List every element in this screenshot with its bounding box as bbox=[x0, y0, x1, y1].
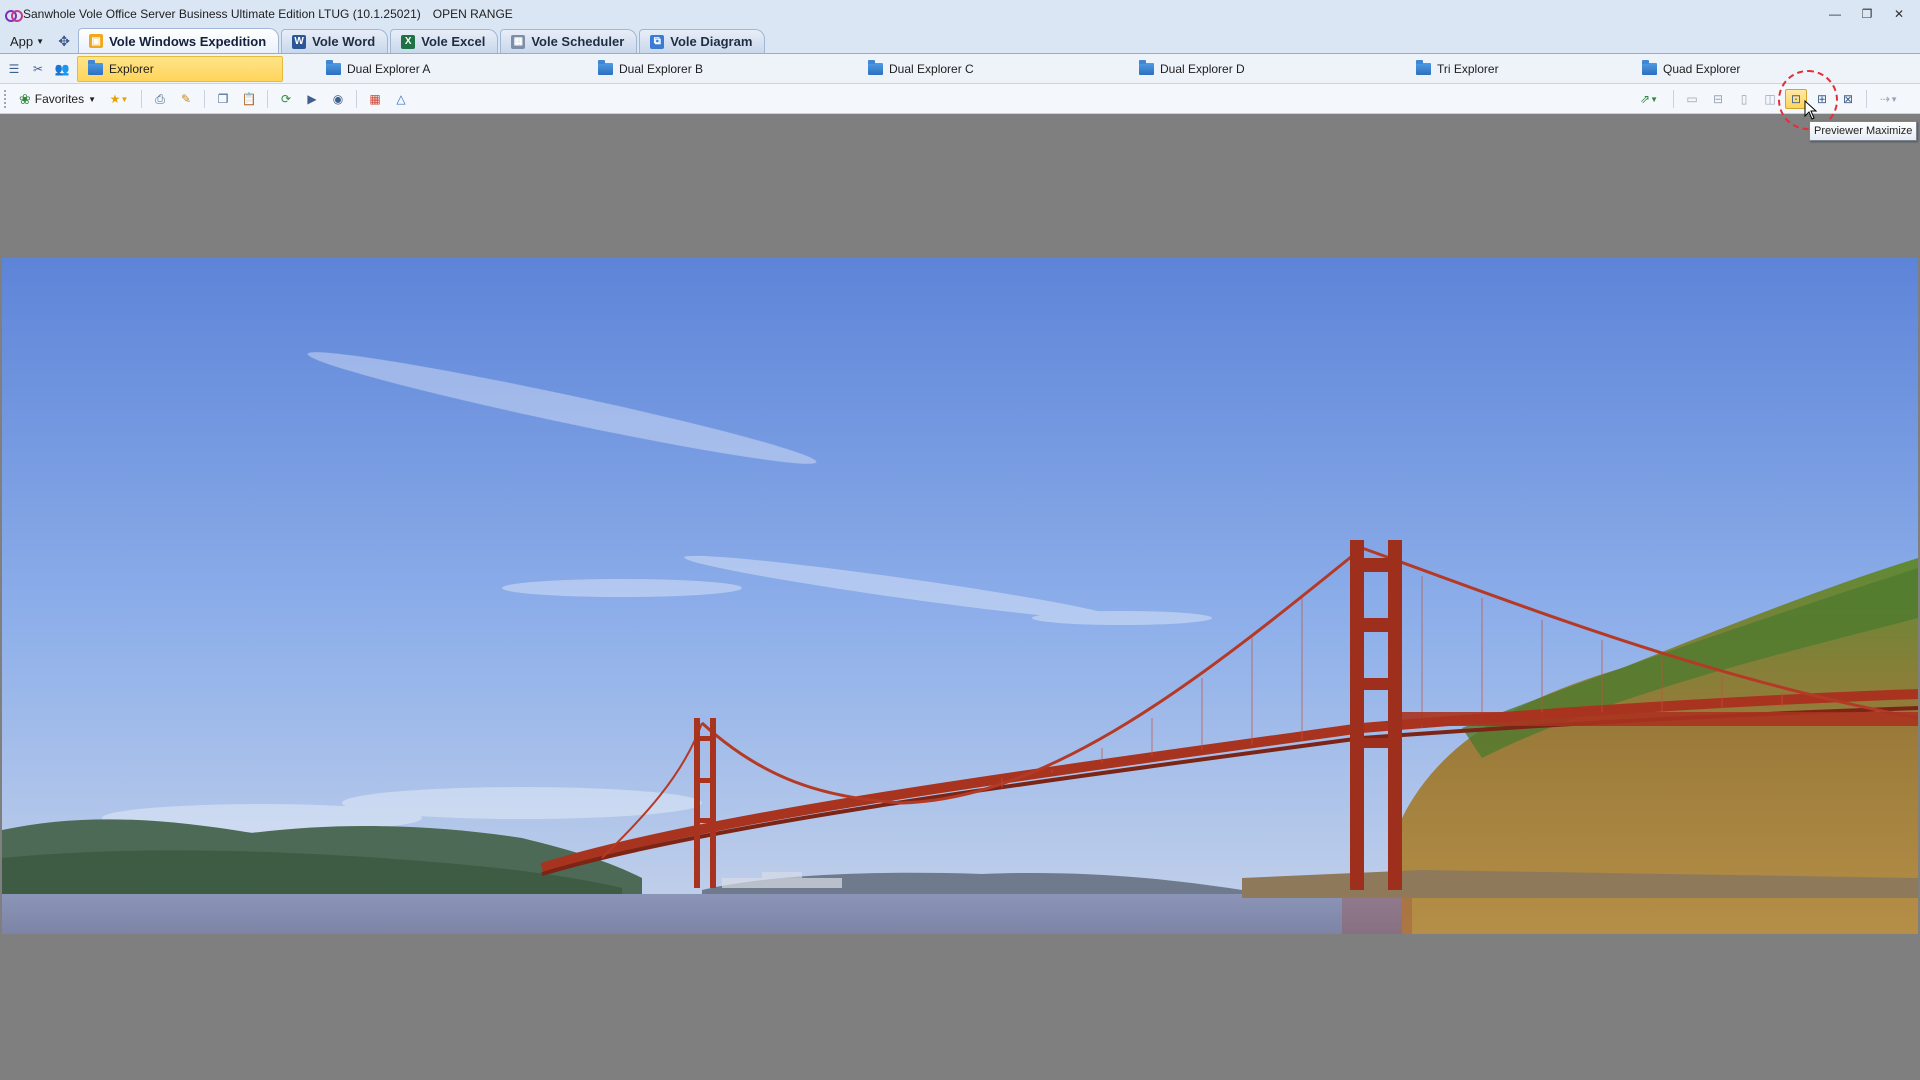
layout-tab-dual-explorer-b[interactable]: Dual Explorer B bbox=[588, 56, 788, 82]
chevron-down-icon: ▼ bbox=[120, 94, 129, 104]
folder-icon bbox=[1139, 60, 1154, 75]
restore-button[interactable]: ❐ bbox=[1852, 4, 1882, 24]
add-favorite-button[interactable]: ★ ▼ bbox=[104, 89, 134, 109]
explorer-layout-bar: ☰ ✂ 👥 Explorer Dual Explorer A Dual Expl… bbox=[0, 54, 1920, 84]
toolbar-left-group: ❀ Favorites ▼ ★ ▼ ⎙ ✎ ❐ 📋 ⟳ ▶ ◉ ▦ △ bbox=[4, 89, 412, 109]
tab-label: Vole Word bbox=[312, 34, 376, 49]
layout-tab-label: Quad Explorer bbox=[1663, 62, 1741, 76]
favorites-icon: ❀ bbox=[19, 90, 31, 107]
toolbar-separator bbox=[1673, 90, 1674, 108]
close-button[interactable]: ✕ bbox=[1884, 4, 1914, 24]
folder-icon bbox=[868, 60, 883, 75]
tab-vole-excel[interactable]: X Vole Excel bbox=[390, 29, 499, 53]
windows-icon[interactable]: ▦ bbox=[364, 89, 386, 109]
folder-icon bbox=[1642, 60, 1657, 75]
window-controls: — ❐ ✕ bbox=[1820, 4, 1914, 24]
tab-label: Vole Windows Expedition bbox=[109, 33, 267, 49]
diagram-icon: ⧉ bbox=[650, 34, 665, 49]
print-icon[interactable]: ⎙ bbox=[149, 89, 171, 109]
layout-tab-label: Tri Explorer bbox=[1437, 62, 1499, 76]
folder-icon bbox=[326, 60, 341, 75]
excel-icon: X bbox=[401, 34, 416, 49]
mouse-cursor-icon bbox=[1804, 100, 1818, 120]
title-bar: Sanwhole Vole Office Server Business Ult… bbox=[0, 0, 1920, 28]
layout-tab-explorer[interactable]: Explorer bbox=[77, 56, 283, 82]
tower-reflection bbox=[1342, 898, 1412, 934]
layout-side-tools: ☰ ✂ 👥 bbox=[4, 58, 72, 80]
window-title: Sanwhole Vole Office Server Business Ult… bbox=[23, 7, 421, 21]
folder-icon bbox=[1416, 60, 1431, 75]
folder-icon bbox=[88, 60, 103, 75]
photo-canvas bbox=[2, 258, 1918, 934]
app-menu-button[interactable]: App ▼ bbox=[4, 29, 50, 53]
tab-label: Vole Excel bbox=[421, 34, 486, 49]
tools-icon[interactable]: ✂ bbox=[28, 59, 48, 79]
golden-gate-bridge-photo bbox=[2, 258, 1918, 934]
layout-tab-label: Dual Explorer D bbox=[1160, 62, 1245, 76]
toolbar-separator bbox=[204, 90, 206, 108]
toolbar-separator bbox=[1866, 90, 1867, 108]
more-options-button[interactable]: ⇢ ▼ bbox=[1874, 89, 1904, 109]
chevron-down-icon: ▼ bbox=[88, 94, 97, 104]
app-menu-label: App bbox=[10, 33, 34, 49]
tab-vole-diagram[interactable]: ⧉ Vole Diagram bbox=[639, 29, 766, 53]
paste-icon[interactable]: 📋 bbox=[238, 89, 260, 109]
chevron-down-icon: ▼ bbox=[1650, 94, 1658, 104]
tab-vole-scheduler[interactable]: ▦ Vole Scheduler bbox=[500, 29, 638, 53]
app-logo-icon bbox=[5, 9, 23, 22]
quick-access-icon[interactable]: ✥ bbox=[50, 29, 78, 53]
layout-tab-dual-explorer-a[interactable]: Dual Explorer A bbox=[316, 56, 516, 82]
open-external-button[interactable]: ⇗ ▼ bbox=[1632, 89, 1666, 109]
chevron-down-icon: ▼ bbox=[36, 36, 45, 46]
layout-tab-tri-explorer[interactable]: Tri Explorer bbox=[1406, 56, 1606, 82]
toolbar-separator bbox=[141, 90, 143, 108]
stop-icon[interactable]: ◉ bbox=[327, 89, 349, 109]
favorites-menu-button[interactable]: ❀ Favorites ▼ bbox=[15, 91, 100, 108]
word-icon: W bbox=[292, 34, 307, 49]
refresh-icon[interactable]: ⟳ bbox=[275, 89, 297, 109]
minimize-button[interactable]: — bbox=[1820, 4, 1850, 24]
toolbar-separator bbox=[267, 90, 269, 108]
tab-label: Vole Diagram bbox=[670, 34, 753, 49]
ribbon-tab-bar: App ▼ ✥ ▣ Vole Windows Expedition W Vole… bbox=[0, 28, 1920, 54]
tab-vole-word[interactable]: W Vole Word bbox=[281, 29, 389, 53]
layout-split-h-icon[interactable]: ⊟ bbox=[1707, 89, 1729, 109]
tab-label: Vole Scheduler bbox=[531, 34, 625, 49]
previewer-fullscreen-icon[interactable]: ⊠ bbox=[1837, 89, 1859, 109]
people-icon[interactable]: 👥 bbox=[52, 59, 72, 79]
layout-tab-dual-explorer-d[interactable]: Dual Explorer D bbox=[1129, 56, 1329, 82]
layout-tab-dual-explorer-c[interactable]: Dual Explorer C bbox=[858, 56, 1058, 82]
clean-icon[interactable]: ✎ bbox=[175, 89, 197, 109]
collapse-icon[interactable]: ☰ bbox=[4, 59, 24, 79]
layout-tab-label: Dual Explorer B bbox=[619, 62, 704, 76]
layout-horizontal-icon[interactable]: ▭ bbox=[1681, 89, 1703, 109]
chevron-down-icon: ▼ bbox=[1890, 94, 1898, 104]
scheduler-icon: ▦ bbox=[511, 34, 526, 49]
favorites-label: Favorites bbox=[34, 92, 85, 106]
triangle-icon[interactable]: △ bbox=[390, 89, 412, 109]
layout-tab-label: Explorer bbox=[109, 62, 154, 76]
tab-vole-windows-expedition[interactable]: ▣ Vole Windows Expedition bbox=[78, 28, 280, 53]
folder-icon bbox=[598, 60, 613, 75]
previewer-maximize-tooltip: Previewer Maximize bbox=[1809, 121, 1918, 141]
layout-tab-label: Dual Explorer C bbox=[889, 62, 974, 76]
toolbar-right-group: ⇗ ▼ ▭ ⊟ ▯ ◫ ⊡ ⊞ ⊠ ⇢ ▼ bbox=[1632, 89, 1904, 109]
copy-icon[interactable]: ❐ bbox=[212, 89, 234, 109]
play-icon[interactable]: ▶ bbox=[301, 89, 323, 109]
layout-tab-label: Dual Explorer A bbox=[347, 62, 431, 76]
window-title-extra: OPEN RANGE bbox=[432, 7, 513, 21]
layout-vertical-icon[interactable]: ▯ bbox=[1733, 89, 1755, 109]
toolbar-separator bbox=[356, 90, 358, 108]
toolbar: ❀ Favorites ▼ ★ ▼ ⎙ ✎ ❐ 📋 ⟳ ▶ ◉ ▦ △ ⇗ ▼ ▭ … bbox=[0, 84, 1920, 114]
expedition-icon: ▣ bbox=[89, 34, 104, 48]
toolbar-grip bbox=[4, 90, 7, 108]
previewer-pane bbox=[0, 115, 1920, 1080]
